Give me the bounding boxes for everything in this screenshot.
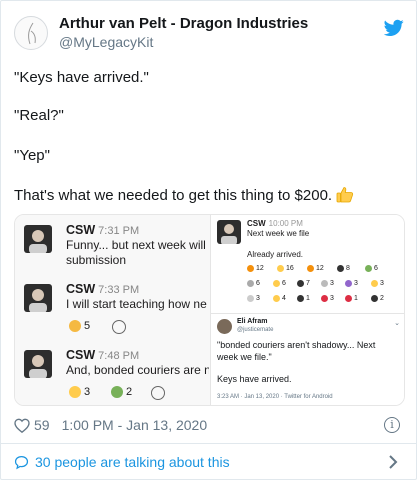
wide-eyes-emoji-icon: [69, 320, 81, 332]
quoted-author-handle: @justicemate: [237, 327, 274, 333]
chevron-right-icon[interactable]: [387, 454, 399, 470]
slack-reaction: 5: [69, 320, 90, 332]
slack-username: CSW 10:00 PM: [247, 219, 303, 228]
quoted-tweet-text: Keys have arrived.: [217, 374, 292, 384]
tweet-meta: 59 1:00 PM - Jan 13, 2020: [14, 416, 207, 434]
chart-emoji-icon: [111, 386, 123, 398]
slack-reaction: 16: [277, 265, 294, 272]
tweet-timestamp[interactable]: 1:00 PM - Jan 13, 2020: [62, 417, 208, 433]
quoted-tweet-text: "bonded couriers aren't shadowy... Next: [217, 340, 376, 350]
quoted-author-name: Eli Afram: [237, 318, 268, 325]
slack-avatar: [24, 350, 52, 378]
slack-reaction: 12: [247, 265, 264, 272]
slack-message-text: Funny... but next week will submission: [66, 238, 206, 267]
slack-reaction: 6: [273, 280, 286, 287]
slack-screenshot: CSW 7:31 PM Funny... but next week will su…: [15, 215, 210, 405]
slack-avatar: [217, 220, 241, 244]
avatar-sketch-icon: [28, 22, 36, 45]
slack-reaction: 6: [365, 265, 378, 272]
author-name[interactable]: Arthur van Pelt - Dragon Industries: [59, 15, 308, 32]
tweet-card: Arthur van Pelt - Dragon Industries @MyL…: [0, 0, 417, 480]
info-icon[interactable]: i: [384, 417, 400, 433]
chevron-down-icon: ⌄: [394, 320, 400, 327]
slack-reaction: 8: [337, 265, 350, 272]
avatar: [217, 319, 232, 334]
slack-inset: CSW 10:00 PM Next week we file Already ar…: [210, 215, 404, 313]
quoted-tweet-meta: 3:23 AM · Jan 13, 2020 · Twitter for And…: [217, 394, 333, 400]
slack-reaction: 3: [321, 280, 334, 287]
avatar[interactable]: [14, 16, 48, 50]
slack-reaction: 3: [247, 295, 260, 302]
speech-bubble-icon: [14, 455, 29, 469]
slack-reaction: 4: [273, 295, 286, 302]
quoted-tweet-screenshot: Eli Afram @justicemate ⌄ "bonded courier…: [210, 313, 404, 405]
conversation-link[interactable]: 30 people are talking about this: [14, 454, 230, 470]
slack-message-text: Already arrived.: [247, 250, 304, 259]
slack-reaction: 12: [307, 265, 324, 272]
like-count[interactable]: 59: [34, 417, 50, 433]
author-handle[interactable]: @MyLegacyKit: [59, 34, 153, 50]
tweet-line-4: That's what we needed to get this thing …: [14, 186, 354, 204]
slack-reaction: 3: [69, 386, 90, 398]
slack-username: CSW 7:48 PM: [66, 348, 140, 362]
slack-reaction: 7: [297, 280, 310, 287]
slack-username: CSW 7:33 PM: [66, 282, 140, 296]
muscle-emoji-icon: [69, 386, 81, 398]
add-reaction-icon: [151, 386, 165, 400]
slack-avatar: [24, 284, 52, 312]
tweet-line-1: "Keys have arrived.": [14, 69, 149, 86]
heart-icon[interactable]: [14, 418, 30, 433]
add-reaction-icon: [112, 320, 126, 334]
slack-message-text: Next week we file: [247, 229, 310, 238]
slack-message-text: And, bonded couriers are n: [66, 363, 209, 377]
thumbs-up-emoji: [336, 187, 354, 203]
divider: [1, 443, 417, 444]
tweet-header: Arthur van Pelt - Dragon Industries @MyL…: [14, 13, 406, 53]
slack-message-text: I will start teaching how ne: [66, 297, 207, 311]
slack-message: CSW 7:31 PM Funny... but next week will su…: [24, 223, 209, 271]
conversation-link-label: 30 people are talking about this: [35, 454, 230, 470]
slack-reaction: 6: [247, 280, 260, 287]
slack-reaction: 3: [321, 295, 334, 302]
tweet-media-image[interactable]: CSW 7:31 PM Funny... but next week will su…: [14, 214, 405, 406]
slack-reaction: 1: [345, 295, 358, 302]
slack-reaction: 3: [345, 280, 358, 287]
slack-avatar: [24, 225, 52, 253]
slack-reaction: 3: [371, 280, 384, 287]
bird-icon[interactable]: [384, 19, 404, 37]
slack-username: CSW 7:31 PM: [66, 223, 140, 237]
tweet-line-4-text: That's what we needed to get this thing …: [14, 187, 333, 204]
slack-reaction: 2: [111, 386, 132, 398]
slack-reaction: 2: [371, 295, 384, 302]
tweet-line-2: "Real?": [14, 107, 64, 124]
tweet-line-3: "Yep": [14, 147, 50, 164]
quoted-tweet-text: week we file.": [217, 352, 272, 362]
slack-reaction: 1: [297, 295, 310, 302]
